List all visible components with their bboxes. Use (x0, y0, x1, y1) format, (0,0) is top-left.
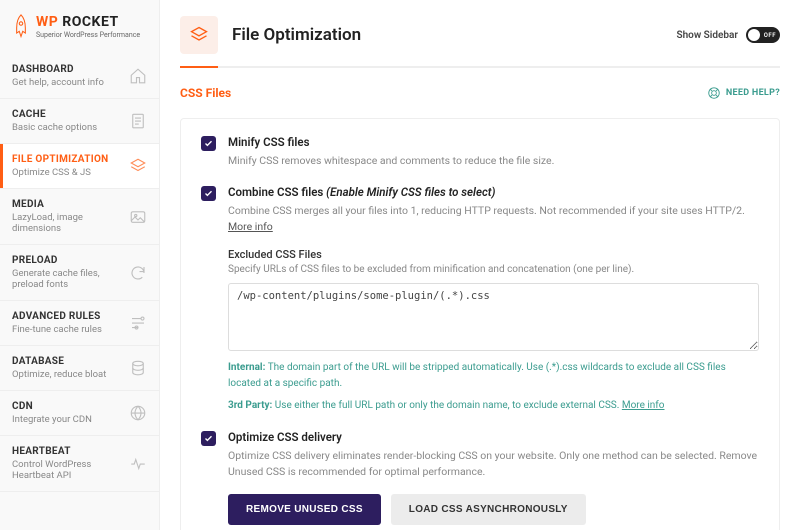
sidebar-item-advanced-rules[interactable]: ADVANCED RULESFine-tune cache rules (0, 301, 159, 346)
logo: WP ROCKET Superior WordPress Performance (0, 0, 159, 54)
header-layers-icon (180, 16, 218, 54)
sidebar-item-media[interactable]: MEDIALazyLoad, image dimensions (0, 189, 159, 245)
excluded-css-textarea[interactable] (228, 283, 759, 351)
need-help-link[interactable]: NEED HELP? (707, 86, 780, 100)
load-css-async-button[interactable]: LOAD CSS ASYNCHRONOUSLY (391, 494, 586, 525)
globe-icon (129, 404, 147, 422)
combine-css-checkbox[interactable] (201, 186, 216, 201)
excluded-note-3rdparty: 3rd Party: Use either the full URL path … (228, 398, 759, 414)
excluded-note-internal: Internal: The domain part of the URL wil… (228, 360, 759, 392)
minify-css-title: Minify CSS files (228, 135, 759, 149)
layers-icon (129, 157, 147, 175)
sliders-icon (129, 314, 147, 332)
sidebar: WP ROCKET Superior WordPress Performance… (0, 0, 160, 530)
logo-tagline: Superior WordPress Performance (36, 31, 140, 39)
sidebar-item-heartbeat[interactable]: HEARTBEATControl WordPress Heartbeat API (0, 436, 159, 492)
tab-indicator (180, 66, 780, 68)
refresh-icon (129, 264, 147, 282)
sidebar-item-cdn[interactable]: CDNIntegrate your CDN (0, 391, 159, 436)
thirdparty-more-info-link[interactable]: More info (622, 400, 665, 411)
excluded-css-title: Excluded CSS Files (228, 248, 759, 261)
remove-unused-css-button[interactable]: REMOVE UNUSED CSS (228, 494, 381, 525)
page-header: File Optimization Show Sidebar OFF (160, 0, 800, 54)
show-sidebar-toggle[interactable]: Show Sidebar OFF (676, 27, 780, 43)
sidebar-item-file-optimization[interactable]: FILE OPTIMIZATIONOptimize CSS & JS (0, 144, 159, 189)
toggle-off[interactable]: OFF (746, 27, 780, 43)
logo-text: WP ROCKET (36, 14, 140, 30)
page-icon (129, 112, 147, 130)
minify-css-desc: Minify CSS removes whitespace and commen… (228, 153, 759, 169)
section-title: CSS Files (180, 86, 231, 100)
excluded-css-desc: Specify URLs of CSS files to be excluded… (228, 264, 759, 275)
page-title: File Optimization (232, 25, 662, 45)
main-panel: File Optimization Show Sidebar OFF CSS F… (160, 0, 800, 530)
combine-css-title: Combine CSS files (Enable Minify CSS fil… (228, 185, 759, 199)
optimize-css-checkbox[interactable] (201, 431, 216, 446)
combine-more-info-link[interactable]: More info (228, 220, 273, 233)
database-icon (129, 359, 147, 377)
image-icon (129, 208, 147, 226)
lifebuoy-icon (707, 86, 721, 100)
optimize-css-desc: Optimize CSS delivery eliminates render-… (228, 448, 759, 480)
sidebar-item-preload[interactable]: PRELOADGenerate cache files, preload fon… (0, 245, 159, 301)
optimize-css-title: Optimize CSS delivery (228, 430, 759, 444)
sidebar-item-database[interactable]: DATABASEOptimize, reduce bloat (0, 346, 159, 391)
css-files-panel: Minify CSS files Minify CSS removes whit… (180, 118, 780, 530)
rocket-icon (12, 14, 30, 40)
heartbeat-icon (129, 455, 147, 473)
home-icon (129, 67, 147, 85)
combine-css-desc: Combine CSS merges all your files into 1… (228, 203, 759, 235)
minify-css-checkbox[interactable] (201, 136, 216, 151)
sidebar-item-dashboard[interactable]: DASHBOARDGet help, account info (0, 54, 159, 99)
sidebar-item-cache[interactable]: CACHEBasic cache options (0, 99, 159, 144)
